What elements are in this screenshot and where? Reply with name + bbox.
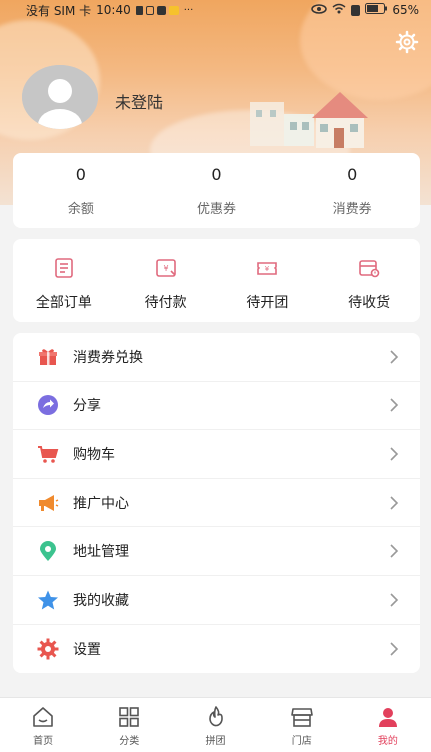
order-pending-delivery[interactable]: 待收货 bbox=[318, 239, 420, 322]
order-pending-payment[interactable]: ¥ 待付款 bbox=[115, 239, 217, 322]
menu-item-label: 分享 bbox=[73, 398, 101, 415]
gear-icon bbox=[37, 638, 59, 660]
chevron-right-icon bbox=[390, 544, 399, 558]
wallet-coupons[interactable]: 0 优惠券 bbox=[149, 153, 285, 228]
menu-item-share[interactable]: 分享 bbox=[13, 382, 420, 431]
menu-item-promotion-center[interactable]: 推广中心 bbox=[13, 479, 420, 528]
order-all-label: 全部订单 bbox=[35, 295, 92, 311]
battery-percent: 65% bbox=[392, 3, 419, 17]
menu-item-voucher-exchange[interactable]: 消费券兑换 bbox=[13, 333, 420, 382]
tab-home[interactable]: 首页 bbox=[0, 698, 86, 752]
menu-item-favorites[interactable]: 我的收藏 bbox=[13, 576, 420, 625]
tab-label: 我的 bbox=[377, 736, 398, 747]
avatar[interactable] bbox=[22, 65, 98, 129]
carrier-text: 没有 SIM 卡 bbox=[26, 3, 92, 18]
flame-icon bbox=[208, 706, 223, 727]
tab-mine[interactable]: 我的 bbox=[345, 698, 431, 752]
more-notifications: ··· bbox=[183, 4, 194, 16]
chevron-right-icon bbox=[390, 593, 399, 607]
home-icon bbox=[33, 707, 53, 727]
menu-list: 消费券兑换 分享 购物车 推广中心 地址管理 我的收藏 设置 bbox=[13, 333, 420, 673]
voucher-label: 消费券 bbox=[332, 201, 372, 217]
menu-item-label: 消费券兑换 bbox=[73, 349, 143, 366]
bottom-tab-bar: 首页 分类 拼团 门店 我的 bbox=[0, 697, 431, 752]
order-list-icon bbox=[55, 258, 73, 278]
chevron-right-icon bbox=[390, 642, 399, 656]
settings-gear-button[interactable] bbox=[395, 30, 419, 54]
alert-icon bbox=[351, 4, 361, 16]
order-pending-group-label: 待开团 bbox=[246, 295, 289, 311]
wifi-icon bbox=[332, 3, 346, 17]
wallet-vouchers[interactable]: 0 消费券 bbox=[284, 153, 420, 228]
voucher-value: 0 bbox=[347, 164, 358, 184]
category-icon bbox=[119, 707, 140, 727]
tab-store[interactable]: 门店 bbox=[259, 698, 345, 752]
orders-card: 全部订单 ¥ 待付款 ¥ 待开团 待收货 bbox=[13, 239, 420, 322]
battery-icon bbox=[365, 3, 388, 17]
order-pending-payment-label: 待付款 bbox=[144, 295, 187, 311]
coupon-value: 0 bbox=[211, 164, 222, 184]
order-all[interactable]: 全部订单 bbox=[13, 239, 115, 322]
menu-item-address[interactable]: 地址管理 bbox=[13, 527, 420, 576]
location-icon bbox=[37, 540, 59, 562]
chevron-right-icon bbox=[390, 496, 399, 510]
menu-item-label: 推广中心 bbox=[73, 495, 129, 512]
tab-label: 门店 bbox=[291, 736, 312, 747]
order-pending-group[interactable]: ¥ 待开团 bbox=[217, 239, 319, 322]
star-icon bbox=[37, 589, 59, 611]
order-pending-delivery-label: 待收货 bbox=[348, 295, 391, 311]
menu-item-label: 设置 bbox=[73, 641, 101, 658]
svg-text:¥: ¥ bbox=[163, 264, 168, 273]
gear-icon bbox=[395, 30, 419, 54]
house-illustration bbox=[250, 88, 370, 158]
chevron-right-icon bbox=[390, 447, 399, 461]
menu-item-label: 购物车 bbox=[73, 446, 115, 463]
status-bar: 没有 SIM 卡 10:40 ··· 65% bbox=[0, 0, 431, 20]
tab-group-buy[interactable]: 拼团 bbox=[172, 698, 258, 752]
tab-label: 拼团 bbox=[205, 736, 226, 747]
menu-item-label: 地址管理 bbox=[73, 544, 129, 561]
svg-text:¥: ¥ bbox=[265, 265, 270, 273]
default-avatar-icon bbox=[22, 65, 98, 129]
wallet-balance[interactable]: 0 余额 bbox=[13, 153, 149, 228]
payment-icon: ¥ bbox=[155, 259, 176, 277]
balance-label: 余额 bbox=[67, 201, 94, 217]
cart-icon bbox=[37, 443, 59, 465]
time-text: 10:40 bbox=[96, 3, 131, 17]
balance-value: 0 bbox=[75, 164, 86, 184]
menu-item-label: 我的收藏 bbox=[73, 592, 129, 609]
wallet-summary-card: 0 余额 0 优惠券 0 消费券 bbox=[13, 153, 420, 228]
eye-icon bbox=[311, 3, 328, 17]
chevron-right-icon bbox=[390, 350, 399, 364]
store-icon bbox=[290, 708, 313, 727]
group-ticket-icon: ¥ bbox=[257, 262, 278, 275]
gift-icon bbox=[37, 346, 59, 368]
share-icon bbox=[37, 394, 59, 416]
coupon-label: 优惠券 bbox=[197, 201, 237, 217]
chevron-right-icon bbox=[390, 398, 399, 412]
tab-category[interactable]: 分类 bbox=[86, 698, 172, 752]
tab-label: 分类 bbox=[119, 736, 140, 747]
delivery-icon bbox=[359, 260, 380, 278]
login-prompt[interactable]: 未登陆 bbox=[115, 89, 163, 113]
tab-label: 首页 bbox=[33, 736, 54, 747]
user-icon bbox=[378, 708, 397, 727]
megaphone-icon bbox=[37, 492, 59, 514]
menu-item-cart[interactable]: 购物车 bbox=[13, 430, 420, 479]
menu-item-settings[interactable]: 设置 bbox=[13, 625, 420, 674]
notification-icons bbox=[135, 5, 179, 15]
